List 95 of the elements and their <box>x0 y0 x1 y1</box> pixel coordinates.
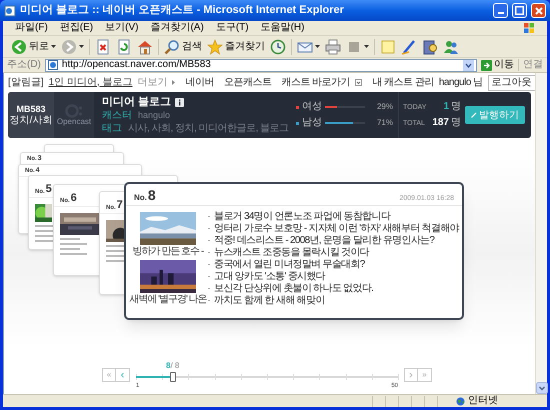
close-icon <box>534 6 542 14</box>
card-number: 6 <box>70 193 77 204</box>
menu-item[interactable]: 도구(T) <box>216 23 249 33</box>
total-count: 187 <box>432 118 449 128</box>
minimize-icon <box>498 12 504 14</box>
headline-link[interactable]: 적중! 데스리스트 - 2008년, 운명을 달리한 유명인사는? <box>214 236 434 245</box>
notice-link[interactable]: 1인 미디어, 블로그 <box>48 78 132 88</box>
go-button[interactable]: 이동 <box>481 60 514 70</box>
print-button[interactable] <box>325 38 341 56</box>
nav-link[interactable]: 내 캐스트 관리 <box>372 78 434 88</box>
photo-caption[interactable]: 새벽에 '별구경' 나온 <box>129 295 207 305</box>
more-link[interactable]: 더보기 <box>137 78 168 88</box>
go-arrow-icon <box>481 60 492 70</box>
headline-link[interactable]: 엉터리 가로수 보호망 - 지자체 이런 '하자' 새해부터 척결해야 <box>214 224 459 233</box>
dropdown-caret-icon <box>364 45 369 48</box>
current-page: 8 <box>166 362 170 370</box>
dropdown-caret-icon <box>315 45 320 48</box>
globe-icon <box>456 396 465 406</box>
slider-thumb[interactable] <box>170 372 176 382</box>
star-icon <box>207 38 223 54</box>
menu-item[interactable]: 즐겨찾기(A) <box>150 23 204 33</box>
search-icon <box>164 38 180 54</box>
total-pages: / 8 <box>170 362 180 370</box>
today-count: 1 <box>443 102 449 112</box>
cast-code: MB583 <box>16 104 46 114</box>
security-zone: 인터넷 <box>468 396 498 406</box>
tag-list: 시사, 사회, 정치, 미디어한글로, 블로그 <box>128 124 289 134</box>
menu-item[interactable]: 도움말(H) <box>260 23 304 33</box>
photo-caption[interactable]: 빙하가 만든 호수 - <box>132 247 204 257</box>
nav-link[interactable]: 오픈캐스트 <box>224 78 272 88</box>
caster-label: 캐스터 <box>102 110 132 120</box>
gender-label: 남성 <box>302 118 322 128</box>
headline-link[interactable]: 고대 앙카도 '소통' 중시했다 <box>214 272 325 281</box>
stop-icon <box>95 38 111 54</box>
research-button[interactable] <box>422 38 438 56</box>
note-icon <box>380 38 396 54</box>
dropdown-caret-icon <box>51 45 56 48</box>
card-number: 5 <box>46 184 52 195</box>
printer-icon <box>325 38 341 54</box>
dropdown-caret-icon <box>79 45 84 48</box>
favorites-button[interactable]: 즐겨찾기 <box>207 38 265 56</box>
notice-label: [알림글] <box>8 78 44 88</box>
cast-title: 미디어 블로그 <box>102 96 172 108</box>
pen-icon <box>401 38 417 54</box>
dropdown-caret-icon <box>355 79 362 86</box>
page-icon <box>4 4 16 16</box>
caster-name: hangulo <box>138 111 170 120</box>
gender-percent: 71% <box>376 119 393 127</box>
people-icon <box>443 38 459 54</box>
headline-link[interactable]: 블로거 34명이 언론노조 파업에 동참합니다 <box>214 212 390 221</box>
logout-button[interactable]: 로그아웃 <box>488 74 535 90</box>
headline-link[interactable]: 보신각 단상위에 촛불이 하나도 없었다. <box>214 284 374 293</box>
menu-item[interactable]: 편집(E) <box>60 23 94 33</box>
page-icon <box>48 60 58 70</box>
headline-link[interactable]: 뉴스캐스트 조중동을 몰락시킬 것이다 <box>214 248 370 257</box>
cast-category: 정치/사회 <box>10 116 52 126</box>
headline-link[interactable]: 까치도 함께 한 새해 해맞이 <box>214 296 325 305</box>
search-button[interactable]: 검색 <box>164 38 202 56</box>
stop-button[interactable] <box>95 38 111 56</box>
address-label: 주소(D) <box>7 60 41 70</box>
tag-label: 태그 <box>102 124 122 134</box>
nav-link[interactable]: 네이버 <box>185 78 214 88</box>
user-name: hangulo 님 <box>438 78 483 88</box>
window-title: 미디어 블로그 :: 네이버 오픈캐스트 - Microsoft Internet Explorer <box>20 3 345 18</box>
logo-text: Opencast <box>56 118 92 126</box>
back-button[interactable]: 뒤로 <box>11 38 56 56</box>
card-number: 8 <box>148 188 156 202</box>
clock-icon <box>270 38 286 54</box>
page-slider[interactable] <box>136 372 398 380</box>
card-number-prefix: No. <box>134 194 147 202</box>
windows-logo-icon <box>523 22 535 34</box>
pencil-icon <box>471 112 477 118</box>
maximize-button[interactable] <box>512 3 527 18</box>
book-icon <box>422 38 438 54</box>
info-icon <box>175 98 184 106</box>
menu-item[interactable]: 파일(F) <box>15 23 48 33</box>
history-button[interactable] <box>270 38 286 56</box>
pen-button[interactable] <box>401 38 417 56</box>
count-unit: 명 <box>451 118 461 128</box>
address-field[interactable]: http://opencast.naver.com/MB583 <box>44 58 477 72</box>
gender-percent: 29% <box>376 103 393 111</box>
maximize-icon <box>515 6 524 15</box>
minimize-button[interactable] <box>493 3 508 18</box>
count-unit: 명 <box>451 102 461 112</box>
refresh-button[interactable] <box>116 38 132 56</box>
menu-item[interactable]: 보기(V) <box>105 23 138 33</box>
scrollbar[interactable] <box>535 73 547 394</box>
chevron-right-icon <box>172 80 176 85</box>
close-button[interactable] <box>531 3 546 18</box>
nav-link[interactable]: 캐스트 바로가기 <box>281 78 350 88</box>
card-number: 7 <box>116 200 123 211</box>
gender-label: 여성 <box>302 102 322 112</box>
refresh-icon <box>116 38 132 54</box>
house-icon <box>137 38 153 54</box>
headline-link[interactable]: 중국에서 열린 미녀정말벼 무술대회? <box>214 260 365 269</box>
